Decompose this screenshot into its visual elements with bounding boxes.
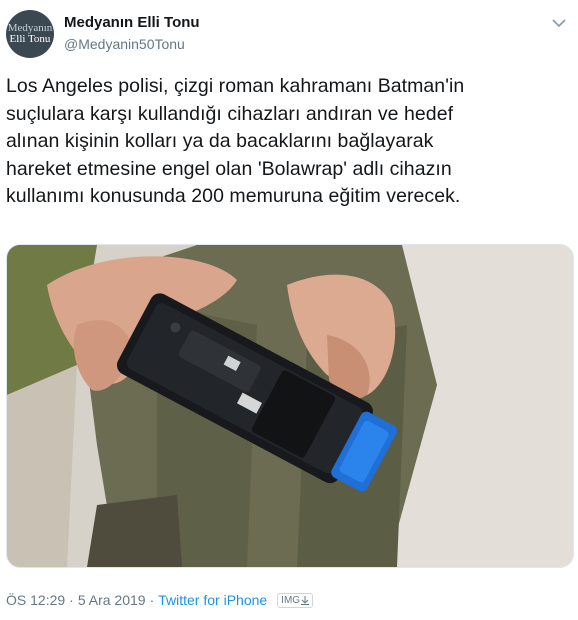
tweet-date[interactable]: 5 Ara 2019 <box>78 592 146 608</box>
img-badge[interactable]: IMG <box>277 592 314 608</box>
separator: · <box>149 592 155 608</box>
separator: · <box>69 592 74 608</box>
source-link[interactable]: Twitter for iPhone <box>158 592 267 608</box>
tweet-photo[interactable] <box>6 244 574 568</box>
avatar[interactable]: Medyanın Elli Tonu <box>6 10 54 58</box>
tweet-footer: ÖS 12:29 · 5 Ara 2019 · Twitter for iPho… <box>6 592 314 608</box>
display-name[interactable]: Medyanın Elli Tonu <box>64 14 200 31</box>
user-handle[interactable]: @Medyanin50Tonu <box>64 36 185 52</box>
tweet-line: alınan kişinin kolları ya da bacaklarını… <box>6 130 434 152</box>
tweet-line: hareket etmesine engel olan 'Bolawrap' a… <box>6 157 452 180</box>
tweet-line: Los Angeles polisi, çizgi roman kahraman… <box>6 75 465 97</box>
img-badge-label: IMG <box>281 594 301 606</box>
avatar-text-line2: Elli Tonu <box>9 33 51 45</box>
tweet-time[interactable]: ÖS 12:29 <box>6 592 65 608</box>
tweet-line: suçlulara karşı kullandığı cihazları and… <box>6 102 454 125</box>
tweet-text: Los Angeles polisi, çizgi roman kahraman… <box>6 73 566 211</box>
chevron-down-icon[interactable] <box>548 12 570 34</box>
tweet-line: kullanımı konusunda 200 memuruna eğitim … <box>6 185 461 207</box>
download-icon <box>301 595 310 605</box>
